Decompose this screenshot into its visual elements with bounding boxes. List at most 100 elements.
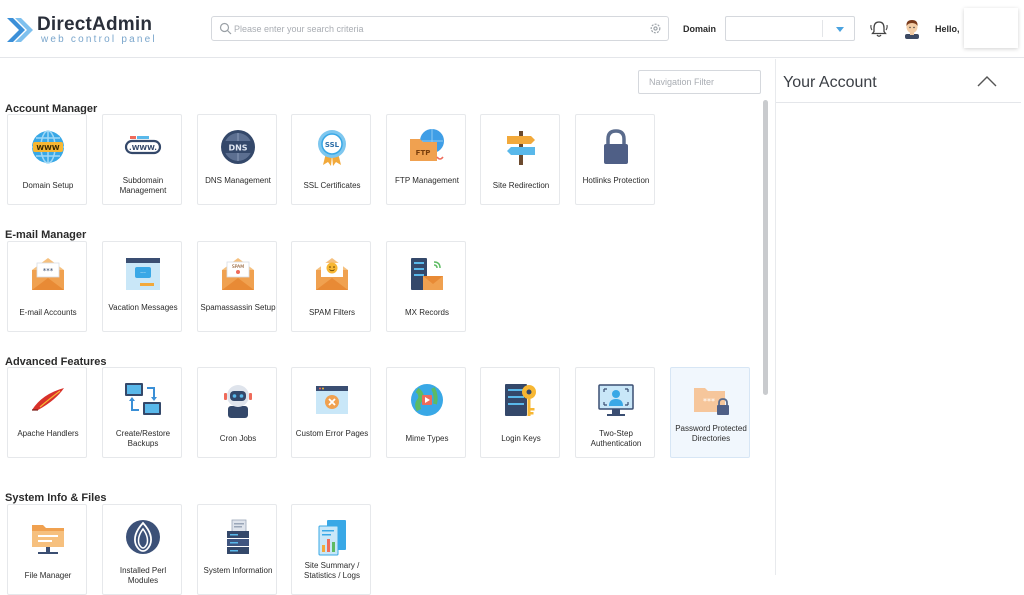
tile-two-step-authentication[interactable]: Two-Step Authentication xyxy=(575,367,655,458)
brand-title: DirectAdmin xyxy=(37,14,153,35)
tile-subdomain-management[interactable]: .WWW. Subdomain Management xyxy=(102,114,182,205)
tile-label: Site Summary / Statistics / Logs xyxy=(303,561,361,580)
your-account-title: Your Account xyxy=(783,74,877,91)
dns-icon: DNS xyxy=(221,130,255,164)
svg-text:***: *** xyxy=(43,267,54,275)
user-greeting[interactable]: Hello, xyxy=(935,24,960,34)
main-scrollbar[interactable] xyxy=(763,100,768,395)
tile-label: Hotlinks Protection xyxy=(582,176,650,185)
domain-select[interactable] xyxy=(725,16,855,41)
tile-label: Mime Types xyxy=(405,434,449,443)
tile-system-information[interactable]: System Information xyxy=(197,504,277,595)
brand-logo[interactable]: DirectAdmin web control panel xyxy=(5,12,155,48)
subdomain-icon: .WWW. xyxy=(124,136,162,155)
section-title-system-info-files: System Info & Files xyxy=(5,492,107,504)
tile-ftp-management[interactable]: FTP FTP Management xyxy=(386,114,466,205)
tile-password-protected-directories[interactable]: *** Password Protected Directories xyxy=(670,367,750,458)
face-scan-icon xyxy=(598,384,634,416)
tile-label: Domain Setup xyxy=(22,181,74,190)
tile-mime-types[interactable]: Mime Types xyxy=(386,367,466,458)
tile-cron-jobs[interactable]: Cron Jobs xyxy=(197,367,277,458)
svg-text:FTP: FTP xyxy=(416,149,431,157)
file-folder-icon xyxy=(32,525,64,554)
tile-label: Apache Handlers xyxy=(17,429,79,438)
svg-text:SPAM: SPAM xyxy=(232,264,244,270)
tile-vacation-messages[interactable]: ··· Vacation Messages xyxy=(102,241,182,332)
tile-email-accounts[interactable]: *** E-mail Accounts xyxy=(7,241,87,332)
ftp-folder-icon: FTP xyxy=(410,129,444,161)
tile-label: MX Records xyxy=(404,308,449,317)
tile-label: File Manager xyxy=(24,571,72,580)
padlock-icon xyxy=(604,129,628,164)
notification-bell-icon[interactable] xyxy=(869,19,889,39)
user-menu-popup[interactable] xyxy=(964,8,1018,48)
mime-globe-icon xyxy=(411,384,443,416)
top-header: DirectAdmin web control panel Domain Hel… xyxy=(0,0,1024,58)
svg-text:.WWW.: .WWW. xyxy=(129,144,157,152)
robot-icon xyxy=(224,385,252,418)
tile-label: Password Protected Directories xyxy=(675,424,747,443)
tile-label: Subdomain Management xyxy=(119,176,167,195)
directadmin-logo-icon xyxy=(7,18,33,42)
tile-custom-error-pages[interactable]: Custom Error Pages xyxy=(291,367,371,458)
tile-label: Two-Step Authentication xyxy=(590,429,642,448)
tile-label: FTP Management xyxy=(395,176,459,185)
tile-hotlinks-protection[interactable]: Hotlinks Protection xyxy=(575,114,655,205)
email-envelope-icon: *** xyxy=(32,258,64,290)
signpost-icon xyxy=(507,131,535,165)
tile-label: Vacation Messages xyxy=(108,303,178,312)
mx-server-icon xyxy=(411,258,443,290)
your-account-header[interactable]: Your Account xyxy=(776,59,1021,103)
user-avatar-icon[interactable] xyxy=(902,18,922,39)
backup-monitors-icon xyxy=(125,383,161,415)
svg-text:DNS: DNS xyxy=(228,144,247,153)
tile-spam-filters[interactable]: SPAM Filters xyxy=(291,241,371,332)
perl-onion-icon xyxy=(126,520,160,554)
tile-login-keys[interactable]: Login Keys xyxy=(480,367,560,458)
chevron-up-icon[interactable] xyxy=(977,75,997,87)
brand-subtitle: web control panel xyxy=(41,34,157,45)
search-icon xyxy=(219,22,232,35)
tile-label: SPAM Filters xyxy=(308,308,356,317)
svg-text:SSL: SSL xyxy=(325,141,340,149)
tile-site-redirection[interactable]: Site Redirection xyxy=(480,114,560,205)
tile-file-manager[interactable]: File Manager xyxy=(7,504,87,595)
tile-label: Installed Perl Modules xyxy=(119,566,167,585)
tile-site-summary[interactable]: Site Summary / Statistics / Logs xyxy=(291,504,371,595)
tile-label: Site Redirection xyxy=(492,181,550,190)
global-search xyxy=(211,16,669,41)
search-input[interactable] xyxy=(234,19,644,38)
tile-label: DNS Management xyxy=(205,176,271,185)
system-server-icon xyxy=(227,519,249,554)
svg-text:WWW: WWW xyxy=(36,144,59,152)
tile-label: E-mail Accounts xyxy=(19,308,77,317)
tile-label: Login Keys xyxy=(501,434,541,443)
tile-ssl-certificates[interactable]: SSL SSL Certificates xyxy=(291,114,371,205)
tile-mx-records[interactable]: MX Records xyxy=(386,241,466,332)
error-page-icon xyxy=(316,386,348,414)
apache-feather-icon xyxy=(32,388,64,411)
tile-dns-management[interactable]: DNS DNS Management xyxy=(197,114,277,205)
svg-text:···: ··· xyxy=(140,270,146,277)
tile-installed-perl-modules[interactable]: Installed Perl Modules xyxy=(102,504,182,595)
section-title-email-manager: E-mail Manager xyxy=(5,229,87,241)
tile-label: Custom Error Pages xyxy=(295,429,369,438)
your-account-panel: Your Account xyxy=(775,59,1021,575)
tile-label: Create/Restore Backups xyxy=(115,429,171,448)
tile-spamassassin-setup[interactable]: SPAM Spamassassin Setup xyxy=(197,241,277,332)
chevron-down-icon[interactable] xyxy=(836,27,844,32)
tile-domain-setup[interactable]: WWW Domain Setup xyxy=(7,114,87,205)
navigation-filter-input[interactable] xyxy=(639,71,760,93)
tile-apache-handlers[interactable]: Apache Handlers xyxy=(7,367,87,458)
tile-label: SSL Certificates xyxy=(303,181,361,190)
locked-folder-icon: *** xyxy=(694,388,729,415)
tile-label: Cron Jobs xyxy=(219,434,257,443)
smiley-envelope-icon xyxy=(316,258,348,290)
svg-text:***: *** xyxy=(703,397,715,406)
tile-label: Spamassassin Setup xyxy=(200,303,276,312)
domain-label: Domain xyxy=(683,24,717,34)
login-key-icon xyxy=(505,384,536,416)
gear-icon[interactable] xyxy=(649,22,662,35)
vacation-message-icon: ··· xyxy=(126,258,160,290)
tile-create-restore-backups[interactable]: Create/Restore Backups xyxy=(102,367,182,458)
